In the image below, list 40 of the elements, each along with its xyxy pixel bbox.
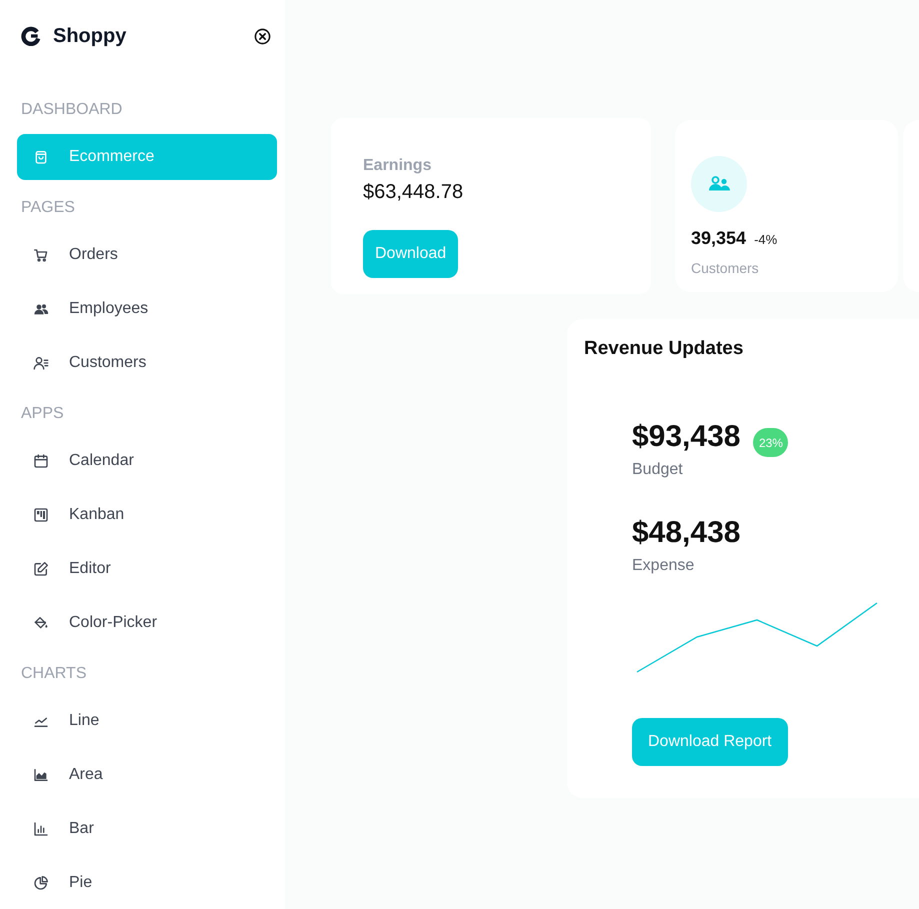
- nav-link[interactable]: Line: [17, 698, 277, 744]
- columns-icon: [33, 507, 49, 523]
- nav-link[interactable]: Area: [17, 752, 277, 798]
- paint-bucket-icon: [33, 615, 49, 631]
- amount-label: Expense: [632, 556, 694, 576]
- area-chart-icon: [33, 767, 49, 783]
- logo-icon: [21, 26, 41, 46]
- calendar-icon: [33, 453, 49, 469]
- earnings-label: Earnings: [363, 156, 432, 176]
- amount: $48,438: [632, 515, 740, 551]
- section-heading: PAGES: [21, 198, 75, 218]
- edit-icon: [33, 561, 49, 577]
- pie-chart-icon: [33, 875, 49, 891]
- nav-link[interactable]: Employees: [17, 286, 277, 332]
- nav-link[interactable]: Color-Picker: [17, 600, 277, 646]
- logo-link[interactable]: Shoppy: [21, 22, 126, 50]
- stat-value: 39,354: [691, 227, 746, 250]
- change-badge: 23%: [753, 428, 788, 457]
- nav-link[interactable]: Calendar: [17, 438, 277, 484]
- people-icon: [691, 156, 747, 212]
- bar-chart-icon: [33, 821, 49, 837]
- cart-icon: [33, 247, 49, 263]
- nav-link[interactable]: Pie: [17, 860, 277, 906]
- nav-link[interactable]: Kanban: [17, 492, 277, 538]
- earnings-amount: $63,448.78: [363, 180, 464, 205]
- section-heading: DASHBOARD: [21, 100, 122, 120]
- amount: $93,438: [632, 419, 740, 455]
- amount-label: Budget: [632, 460, 683, 480]
- nav-link[interactable]: Bar: [17, 806, 277, 852]
- section-heading: APPS: [21, 404, 64, 424]
- nav-link[interactable]: Customers: [17, 340, 277, 386]
- nav-link[interactable]: Orders: [17, 232, 277, 278]
- bag-icon: [33, 149, 49, 165]
- user-list-icon: [33, 355, 49, 371]
- card-title: Revenue Updates: [584, 337, 744, 361]
- nav-link[interactable]: Editor: [17, 546, 277, 592]
- section-heading: CHARTS: [21, 664, 86, 684]
- close-icon[interactable]: [254, 28, 271, 44]
- stat-change: -4%: [754, 231, 778, 249]
- stat-label: Customers: [691, 259, 759, 278]
